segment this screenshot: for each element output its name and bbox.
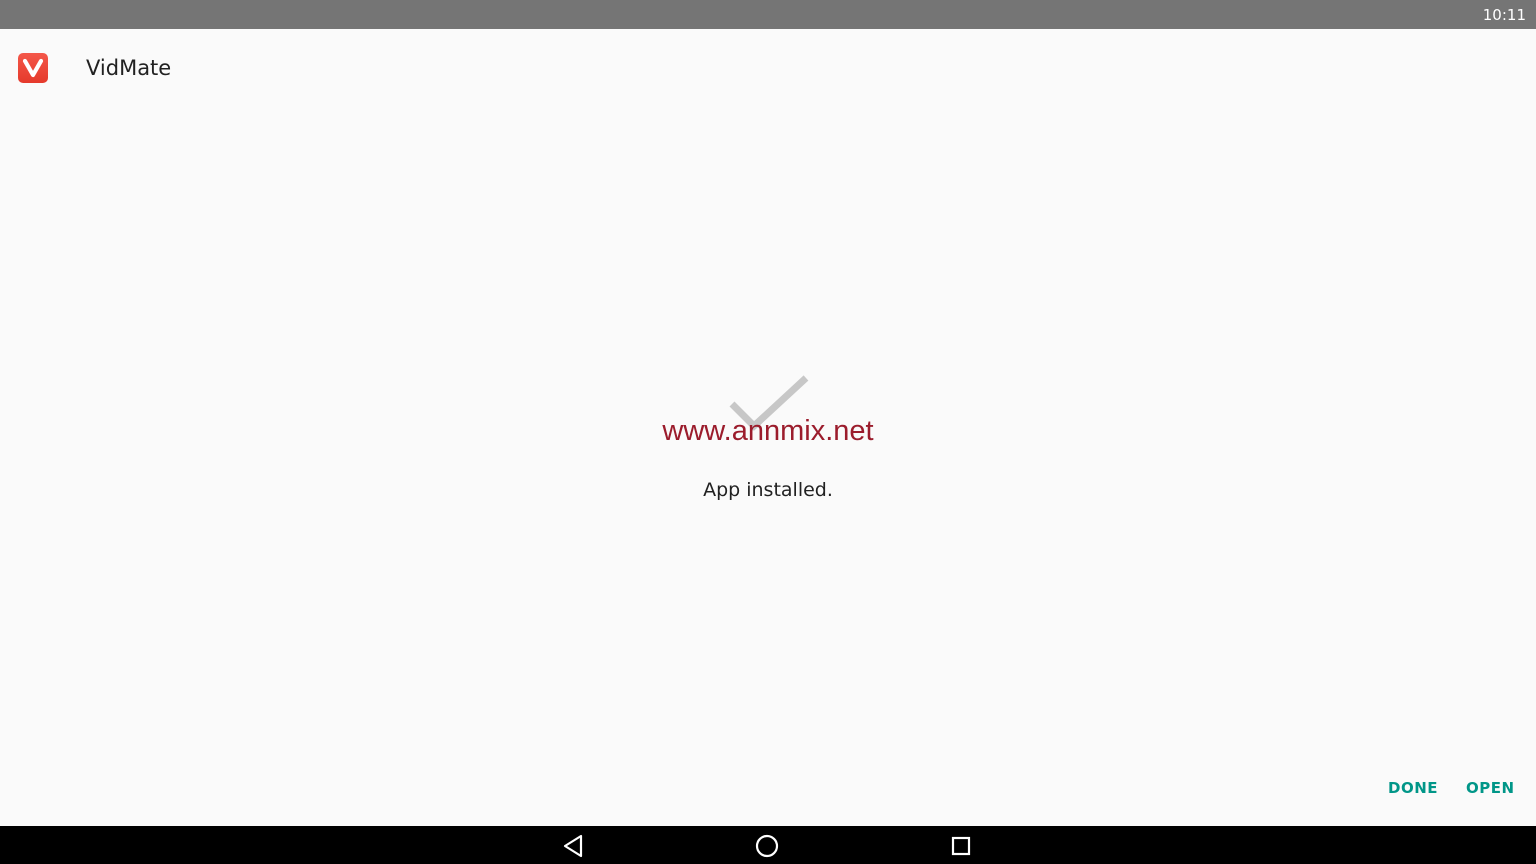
recents-square-icon [951,836,971,856]
open-button[interactable]: OPEN [1466,776,1515,800]
watermark-text: www.annmix.net [662,415,874,447]
vidmate-logo-icon [18,53,48,83]
back-triangle-icon [563,834,583,858]
app-header: VidMate [0,29,1536,107]
app-title: VidMate [86,56,172,80]
done-button[interactable]: DONE [1388,776,1438,800]
back-button[interactable] [559,831,589,861]
home-button[interactable] [752,831,782,861]
status-bar: 10:11 [0,0,1536,29]
installer-screen: 10:11 VidMate www.annmix.net App install… [0,0,1536,864]
home-circle-icon [755,834,779,858]
install-status-message: App installed. [703,479,833,501]
recents-button[interactable] [946,831,976,861]
navigation-bar [0,826,1536,864]
status-time: 10:11 [1482,6,1526,24]
